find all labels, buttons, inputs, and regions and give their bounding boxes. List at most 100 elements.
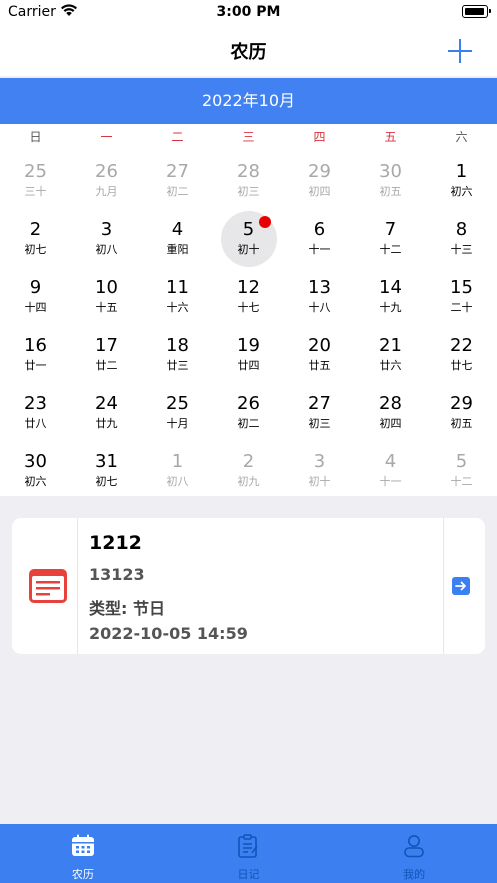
day-cell[interactable]: 26 初二 [213,384,284,442]
day-cell[interactable]: 26 九月 [71,152,142,210]
day-cell[interactable]: 10 十五 [71,268,142,326]
status-bar: Carrier 3:00 PM [0,0,497,26]
day-cell[interactable]: 5 十二 [426,442,497,500]
arrow-right-icon[interactable] [452,577,470,595]
lunar-date: 廿六 [379,359,402,372]
add-button[interactable] [447,38,473,64]
day-cell[interactable]: 4 十一 [355,442,426,500]
lunar-date: 廿三 [166,359,189,372]
lunar-date: 十六 [166,301,189,314]
tab-calendar[interactable]: 农历 [0,824,166,883]
weekday-header: 日 一 二 三 四 五 六 [0,124,497,148]
day-cell[interactable]: 8 十三 [426,210,497,268]
day-cell[interactable]: 11 十六 [142,268,213,326]
lunar-date: 初二 [166,185,189,198]
tab-label: 日记 [237,868,260,881]
day-cell[interactable]: 14 十九 [355,268,426,326]
lunar-date: 十月 [166,417,189,430]
day-cell[interactable]: 29 初四 [284,152,355,210]
day-cell[interactable]: 30 初五 [355,152,426,210]
day-cell[interactable]: 15 二十 [426,268,497,326]
day-number: 22 [450,335,473,356]
day-number: 17 [95,335,118,356]
tab-profile[interactable]: 我的 [331,824,497,883]
day-cell[interactable]: 6 十一 [284,210,355,268]
lunar-date: 重阳 [166,243,189,256]
lunar-date: 十三 [450,243,473,256]
day-cell[interactable]: 31 初七 [71,442,142,500]
day-number: 3 [100,219,113,240]
day-cell[interactable]: 28 初三 [213,152,284,210]
lunar-date: 廿一 [24,359,47,372]
lunar-date: 十一 [308,243,331,256]
day-cell[interactable]: 5 初十 [213,210,284,268]
weekday-label: 三 [242,129,255,144]
lunar-date: 十五 [95,301,118,314]
lunar-date: 廿八 [24,417,47,430]
event-card[interactable]: 1212 13123 类型: 节日 2022-10-05 14:59 [12,518,485,654]
day-number: 21 [379,335,402,356]
event-type: 类型: 节日 [89,599,165,618]
day-cell[interactable]: 29 初五 [426,384,497,442]
day-number: 28 [379,393,402,414]
day-number: 16 [24,335,47,356]
day-cell[interactable]: 7 十二 [355,210,426,268]
calendar-grid: 日 一 二 三 四 五 六 25 三十 26 九月 27 初二 28 初三 29 初四 30 初五 1 初… [0,124,497,496]
day-cell[interactable]: 24 廿九 [71,384,142,442]
weekday-label: 四 [313,129,326,144]
day-number: 6 [313,219,326,240]
day-cell[interactable]: 28 初四 [355,384,426,442]
tab-diary[interactable]: 日记 [166,824,332,883]
day-cell[interactable]: 3 初十 [284,442,355,500]
day-cell[interactable]: 16 廿一 [0,326,71,384]
day-cell[interactable]: 17 廿二 [71,326,142,384]
day-number: 11 [166,277,189,298]
month-header[interactable]: 2022年10月 [0,78,497,124]
day-number: 3 [313,451,326,472]
day-cell[interactable]: 19 廿四 [213,326,284,384]
lunar-date: 初五 [450,417,473,430]
day-cell[interactable]: 25 三十 [0,152,71,210]
day-cell[interactable]: 4 重阳 [142,210,213,268]
lunar-date: 十八 [308,301,331,314]
lunar-date: 初三 [237,185,260,198]
event-title: 1212 [89,532,142,554]
day-cell[interactable]: 22 廿七 [426,326,497,384]
day-cell[interactable]: 12 十七 [213,268,284,326]
day-number: 5 [455,451,468,472]
lunar-date: 三十 [24,185,47,198]
day-cell[interactable]: 18 廿三 [142,326,213,384]
day-cell[interactable]: 3 初八 [71,210,142,268]
lunar-date: 十七 [237,301,260,314]
weekday-label: 日 [29,129,42,144]
lunar-date: 初三 [308,417,331,430]
day-cell[interactable]: 23 廿八 [0,384,71,442]
day-number: 5 [242,219,255,240]
day-number: 9 [29,277,42,298]
day-cell[interactable]: 27 初三 [284,384,355,442]
lunar-date: 十九 [379,301,402,314]
day-cell[interactable]: 2 初七 [0,210,71,268]
event-open-cell[interactable] [443,518,485,654]
battery-icon [462,5,491,18]
day-cell[interactable]: 25 十月 [142,384,213,442]
day-cell[interactable]: 20 廿五 [284,326,355,384]
day-cell[interactable]: 2 初九 [213,442,284,500]
day-cell[interactable]: 13 十八 [284,268,355,326]
day-cell[interactable]: 30 初六 [0,442,71,500]
day-number: 29 [308,161,331,182]
day-number: 26 [95,161,118,182]
event-indicator-dot [259,216,271,228]
day-number: 15 [450,277,473,298]
lunar-date: 廿四 [237,359,260,372]
lunar-date: 初八 [166,475,189,488]
day-cell[interactable]: 27 初二 [142,152,213,210]
lunar-date: 廿九 [95,417,118,430]
day-cell[interactable]: 1 初八 [142,442,213,500]
weekday-label: 五 [384,129,397,144]
day-number: 27 [166,161,189,182]
day-cell[interactable]: 1 初六 [426,152,497,210]
day-cell[interactable]: 9 十四 [0,268,71,326]
event-icon-cell [12,518,78,654]
day-cell[interactable]: 21 廿六 [355,326,426,384]
